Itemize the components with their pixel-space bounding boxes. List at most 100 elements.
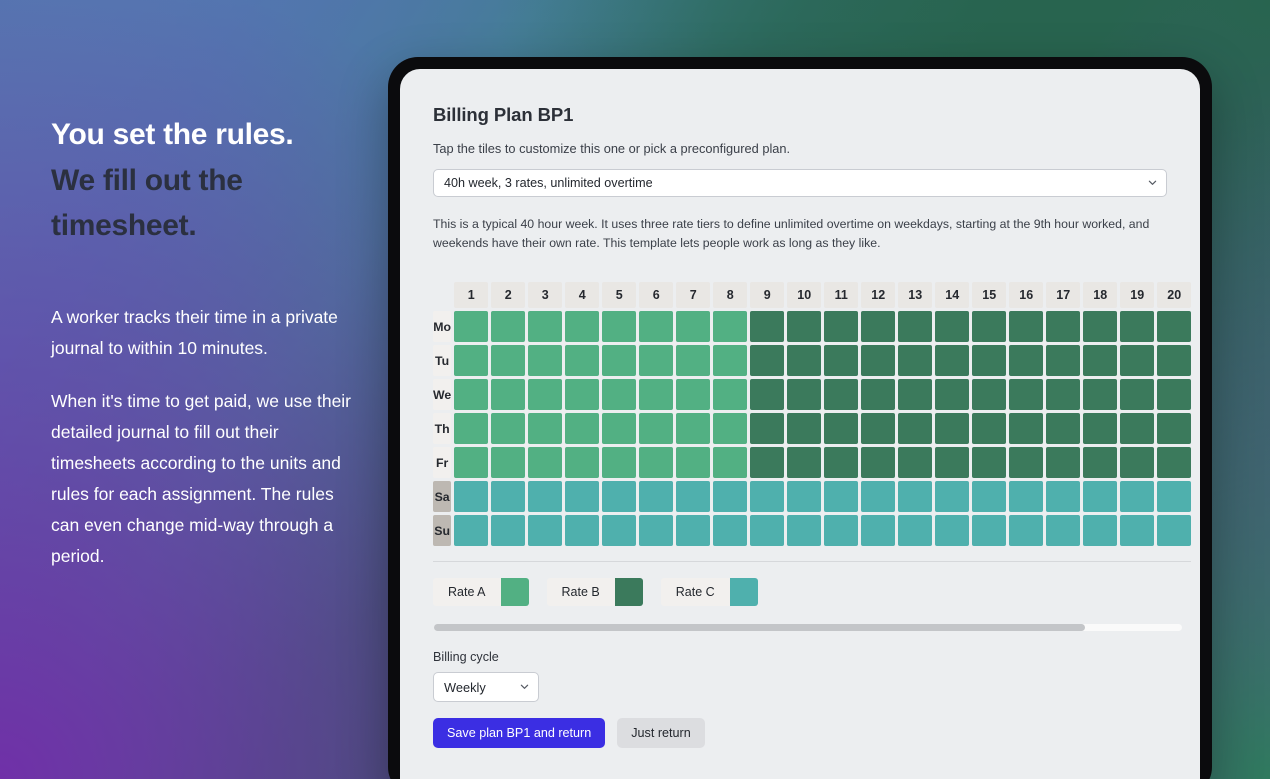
rate-tile[interactable] bbox=[713, 345, 747, 376]
rate-tile[interactable] bbox=[1157, 481, 1191, 512]
rate-tile[interactable] bbox=[750, 311, 784, 342]
rate-tile[interactable] bbox=[1083, 515, 1117, 546]
rate-tile[interactable] bbox=[787, 447, 821, 478]
rate-tile[interactable] bbox=[787, 379, 821, 410]
rate-tile[interactable] bbox=[1046, 345, 1080, 376]
rate-tile[interactable] bbox=[528, 311, 562, 342]
rate-tile[interactable] bbox=[602, 481, 636, 512]
rate-tile[interactable] bbox=[1083, 345, 1117, 376]
rate-tile[interactable] bbox=[491, 515, 525, 546]
rate-tile[interactable] bbox=[824, 447, 858, 478]
rate-tile[interactable] bbox=[861, 515, 895, 546]
rate-tile[interactable] bbox=[639, 515, 673, 546]
rate-tile[interactable] bbox=[528, 481, 562, 512]
rate-tile[interactable] bbox=[898, 379, 932, 410]
rate-tile[interactable] bbox=[1157, 515, 1191, 546]
rate-tile[interactable] bbox=[935, 515, 969, 546]
rate-tile[interactable] bbox=[1157, 379, 1191, 410]
rate-tile[interactable] bbox=[676, 311, 710, 342]
rate-grid-scroll-area[interactable]: 123456789101112131415161718192021 MoTuWe… bbox=[433, 279, 1191, 549]
rate-tile[interactable] bbox=[750, 481, 784, 512]
rate-tile[interactable] bbox=[898, 413, 932, 444]
rate-tile[interactable] bbox=[898, 311, 932, 342]
rate-tile[interactable] bbox=[1009, 515, 1043, 546]
rate-tile[interactable] bbox=[676, 345, 710, 376]
rate-tile[interactable] bbox=[602, 379, 636, 410]
rate-tile[interactable] bbox=[1009, 447, 1043, 478]
rate-tile[interactable] bbox=[713, 447, 747, 478]
rate-tile[interactable] bbox=[824, 515, 858, 546]
rate-tile[interactable] bbox=[750, 413, 784, 444]
rate-tile[interactable] bbox=[935, 413, 969, 444]
rate-tile[interactable] bbox=[1046, 447, 1080, 478]
rate-tile[interactable] bbox=[972, 413, 1006, 444]
rate-tile[interactable] bbox=[972, 447, 1006, 478]
rate-tile[interactable] bbox=[1083, 413, 1117, 444]
rate-tile[interactable] bbox=[639, 311, 673, 342]
horizontal-scrollbar[interactable] bbox=[433, 623, 1183, 632]
rate-tile[interactable] bbox=[491, 311, 525, 342]
rate-tile[interactable] bbox=[1157, 447, 1191, 478]
rate-tile[interactable] bbox=[1046, 515, 1080, 546]
rate-tile[interactable] bbox=[528, 447, 562, 478]
rate-tile[interactable] bbox=[1157, 413, 1191, 444]
rate-tile[interactable] bbox=[1009, 311, 1043, 342]
rate-tile[interactable] bbox=[1009, 345, 1043, 376]
rate-tile[interactable] bbox=[713, 481, 747, 512]
rate-tile[interactable] bbox=[824, 413, 858, 444]
rate-tile[interactable] bbox=[1120, 447, 1154, 478]
rate-tile[interactable] bbox=[565, 447, 599, 478]
rate-tile[interactable] bbox=[454, 379, 488, 410]
rate-tile[interactable] bbox=[1120, 311, 1154, 342]
rate-tile[interactable] bbox=[639, 345, 673, 376]
rate-tile[interactable] bbox=[824, 311, 858, 342]
rate-tile[interactable] bbox=[898, 447, 932, 478]
billing-cycle-select[interactable]: Weekly bbox=[433, 672, 539, 702]
rate-tile[interactable] bbox=[602, 515, 636, 546]
rate-tile[interactable] bbox=[861, 447, 895, 478]
rate-tile[interactable] bbox=[528, 345, 562, 376]
rate-tile[interactable] bbox=[750, 379, 784, 410]
rate-tile[interactable] bbox=[824, 481, 858, 512]
rate-tile[interactable] bbox=[750, 447, 784, 478]
rate-tile[interactable] bbox=[935, 447, 969, 478]
rate-tile[interactable] bbox=[861, 311, 895, 342]
rate-tile[interactable] bbox=[1120, 413, 1154, 444]
rate-tile[interactable] bbox=[713, 379, 747, 410]
rate-tile[interactable] bbox=[1083, 379, 1117, 410]
rate-tile[interactable] bbox=[787, 345, 821, 376]
rate-tile[interactable] bbox=[861, 345, 895, 376]
rate-tile[interactable] bbox=[639, 447, 673, 478]
rate-tile[interactable] bbox=[1157, 311, 1191, 342]
rate-tile[interactable] bbox=[1009, 481, 1043, 512]
rate-tile[interactable] bbox=[1009, 379, 1043, 410]
rate-tile[interactable] bbox=[676, 413, 710, 444]
rate-tile[interactable] bbox=[1120, 345, 1154, 376]
rate-tile[interactable] bbox=[676, 515, 710, 546]
rate-tile[interactable] bbox=[565, 413, 599, 444]
rate-tile[interactable] bbox=[639, 481, 673, 512]
rate-tile[interactable] bbox=[454, 345, 488, 376]
rate-tile[interactable] bbox=[972, 515, 1006, 546]
rate-tile[interactable] bbox=[713, 311, 747, 342]
rate-tile[interactable] bbox=[787, 481, 821, 512]
rate-tile[interactable] bbox=[528, 379, 562, 410]
rate-tile[interactable] bbox=[972, 379, 1006, 410]
rate-tile[interactable] bbox=[972, 345, 1006, 376]
plan-template-select[interactable]: 40h week, 3 rates, unlimited overtime bbox=[433, 169, 1167, 197]
rate-tile[interactable] bbox=[528, 413, 562, 444]
horizontal-scrollbar-thumb[interactable] bbox=[434, 624, 1085, 631]
rate-tile[interactable] bbox=[1083, 481, 1117, 512]
rate-tile[interactable] bbox=[1009, 413, 1043, 444]
rate-tile[interactable] bbox=[676, 481, 710, 512]
rate-tile[interactable] bbox=[565, 515, 599, 546]
rate-tile[interactable] bbox=[1120, 515, 1154, 546]
rate-tile[interactable] bbox=[787, 311, 821, 342]
rate-tile[interactable] bbox=[787, 413, 821, 444]
rate-tile[interactable] bbox=[1157, 345, 1191, 376]
rate-tile[interactable] bbox=[750, 515, 784, 546]
rate-tile[interactable] bbox=[639, 413, 673, 444]
just-return-button[interactable]: Just return bbox=[617, 718, 705, 748]
rate-tile[interactable] bbox=[602, 345, 636, 376]
rate-tile[interactable] bbox=[602, 413, 636, 444]
